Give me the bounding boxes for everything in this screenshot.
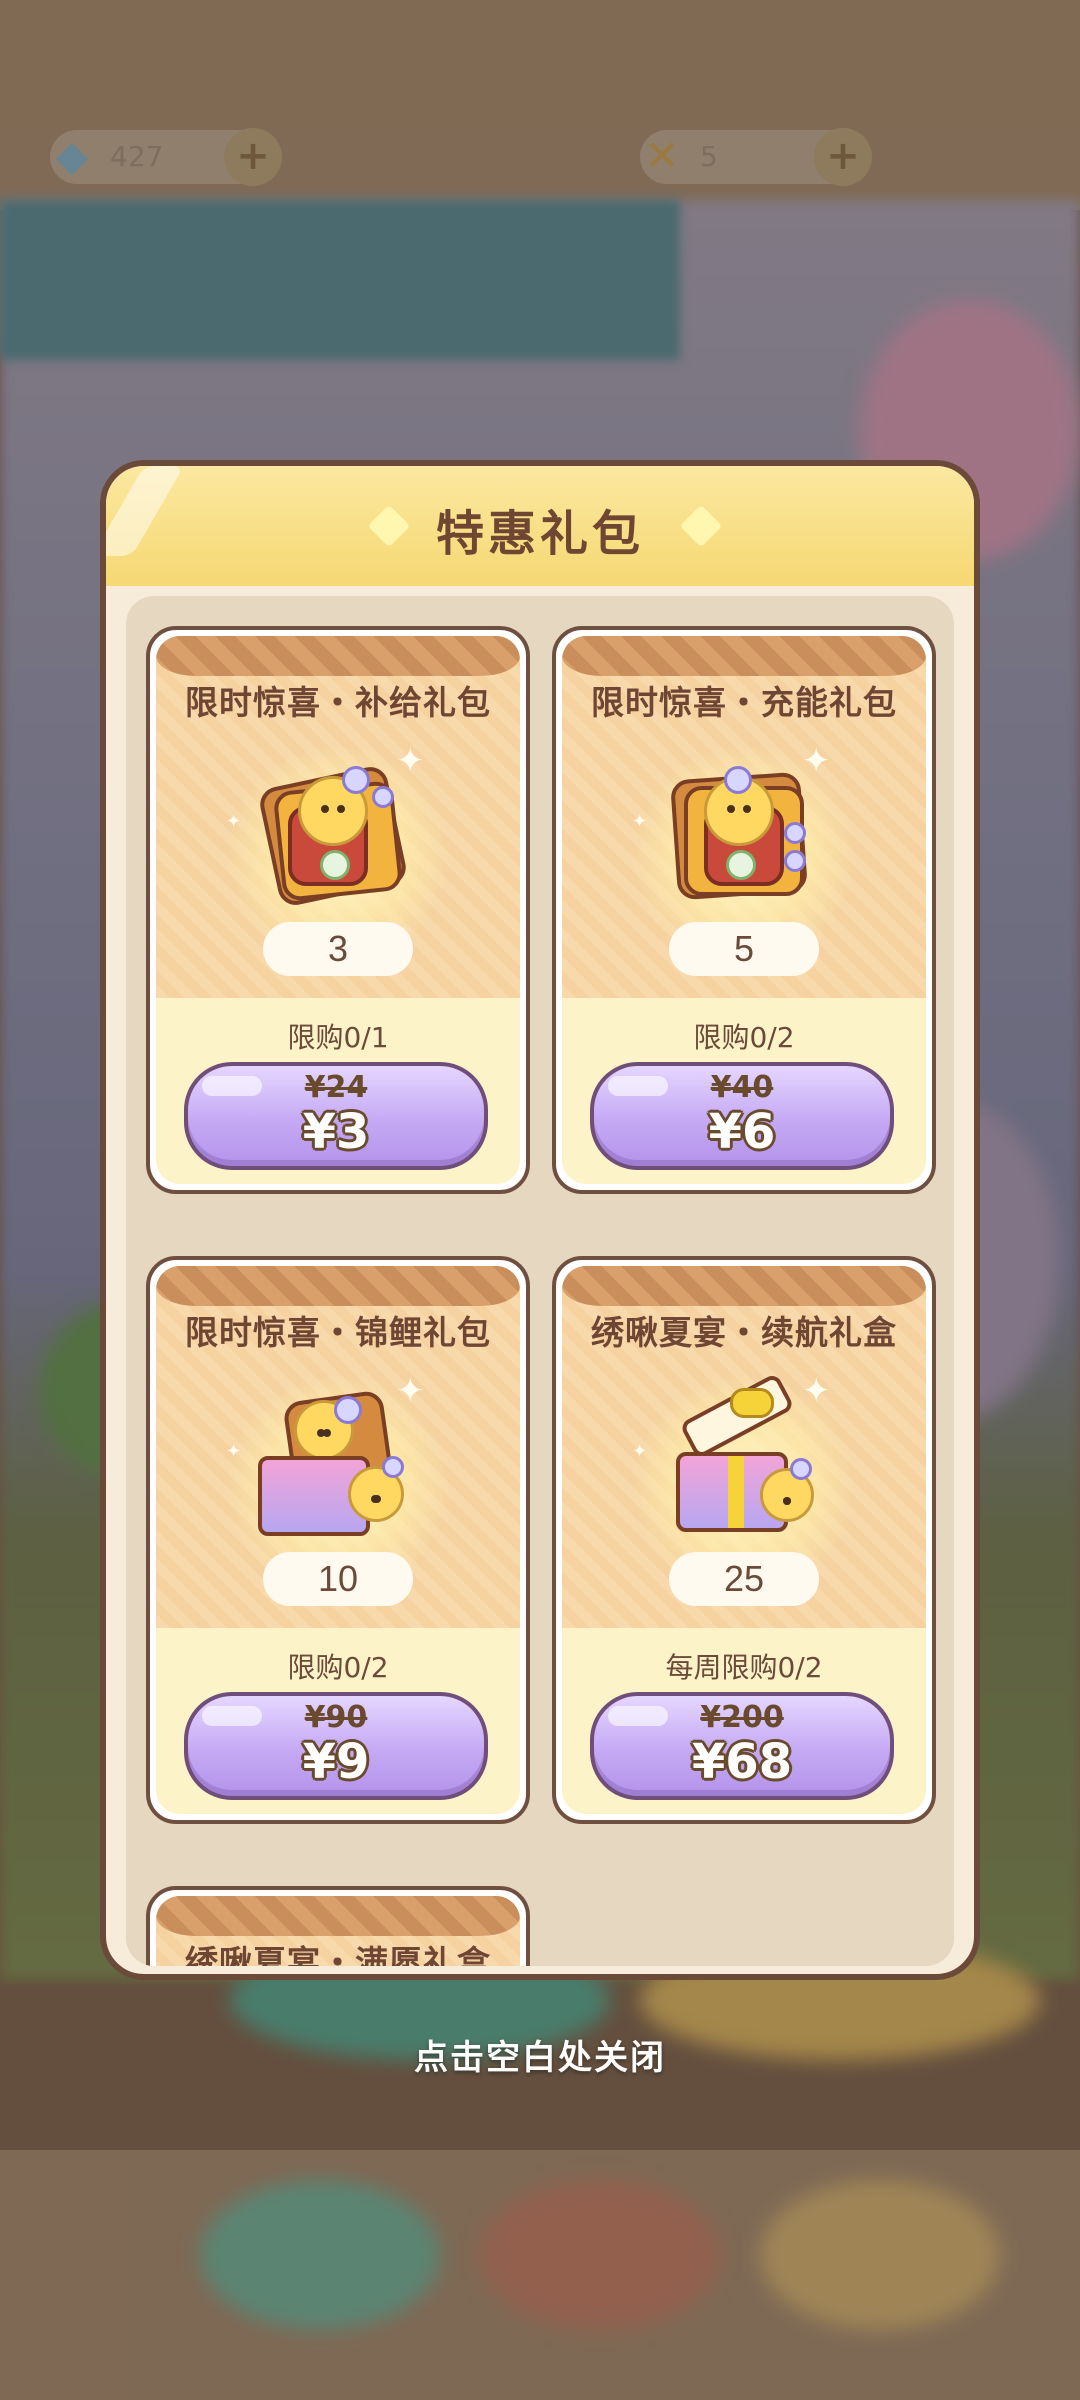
package-card: 绣啾夏宴・续航礼盒 ✦ ✦ 25 每周限购0/2 ¥200 ¥68 — [552, 1256, 936, 1824]
original-price: ¥40 — [710, 1070, 774, 1105]
close-hint[interactable]: 点击空白处关闭 — [0, 2030, 1080, 2079]
original-price: ¥24 — [304, 1070, 368, 1105]
buy-button[interactable]: ¥40 ¥6 — [590, 1062, 894, 1170]
original-price: ¥200 — [700, 1700, 784, 1735]
item-quantity: 3 — [263, 922, 413, 976]
koi-pack-icon — [258, 1389, 418, 1536]
buy-button[interactable]: ¥24 ¥3 — [184, 1062, 488, 1170]
sale-price: ¥68 — [691, 1734, 793, 1790]
purchase-limit: 限购0/2 — [693, 1021, 795, 1054]
original-price: ¥90 — [304, 1700, 368, 1735]
item-quantity: 25 — [669, 1552, 819, 1606]
item-quantity: 10 — [263, 1552, 413, 1606]
package-title: 绣啾夏宴・满愿礼盒 — [185, 1943, 491, 1966]
package-title: 限时惊喜・补给礼包 — [185, 683, 491, 722]
dialog-header: 特惠礼包 — [106, 466, 974, 586]
sale-price: ¥6 — [708, 1104, 776, 1160]
charge-pack-icon — [664, 766, 824, 906]
buy-button[interactable]: ¥90 ¥9 — [184, 1692, 488, 1800]
special-offer-dialog: 特惠礼包 限时惊喜・补给礼包 ✦ ✦ 3 限购0/1 ¥24 ¥3 限时惊喜・充… — [100, 460, 980, 1980]
package-card: 限时惊喜・锦鲤礼包 ✦ ✦ 10 限购0/2 ¥90 ¥9 — [146, 1256, 530, 1824]
sale-price: ¥3 — [302, 1104, 370, 1160]
package-card: 限时惊喜・补给礼包 ✦ ✦ 3 限购0/1 ¥24 ¥3 — [146, 626, 530, 1194]
package-card: 绣啾夏宴・满愿礼盒 — [146, 1886, 530, 1966]
purchase-limit: 限购0/2 — [287, 1651, 389, 1684]
dialog-title: 特惠礼包 — [435, 506, 644, 562]
package-title: 限时惊喜・锦鲤礼包 — [185, 1313, 491, 1352]
package-list[interactable]: 限时惊喜・补给礼包 ✦ ✦ 3 限购0/1 ¥24 ¥3 限时惊喜・充能礼包 ✦… — [126, 596, 954, 1966]
gift-box-icon — [664, 1372, 824, 1536]
sale-price: ¥9 — [302, 1734, 370, 1790]
package-card: 限时惊喜・充能礼包 ✦ ✦ 5 限购0/2 ¥40 ¥6 — [552, 626, 936, 1194]
purchase-limit: 限购0/1 — [287, 1021, 389, 1054]
package-title: 限时惊喜・充能礼包 — [591, 683, 897, 722]
purchase-limit: 每周限购0/2 — [665, 1651, 823, 1684]
buy-button[interactable]: ¥200 ¥68 — [590, 1692, 894, 1800]
supply-pack-icon — [256, 763, 418, 909]
item-quantity: 5 — [669, 922, 819, 976]
package-title: 绣啾夏宴・续航礼盒 — [591, 1313, 897, 1352]
